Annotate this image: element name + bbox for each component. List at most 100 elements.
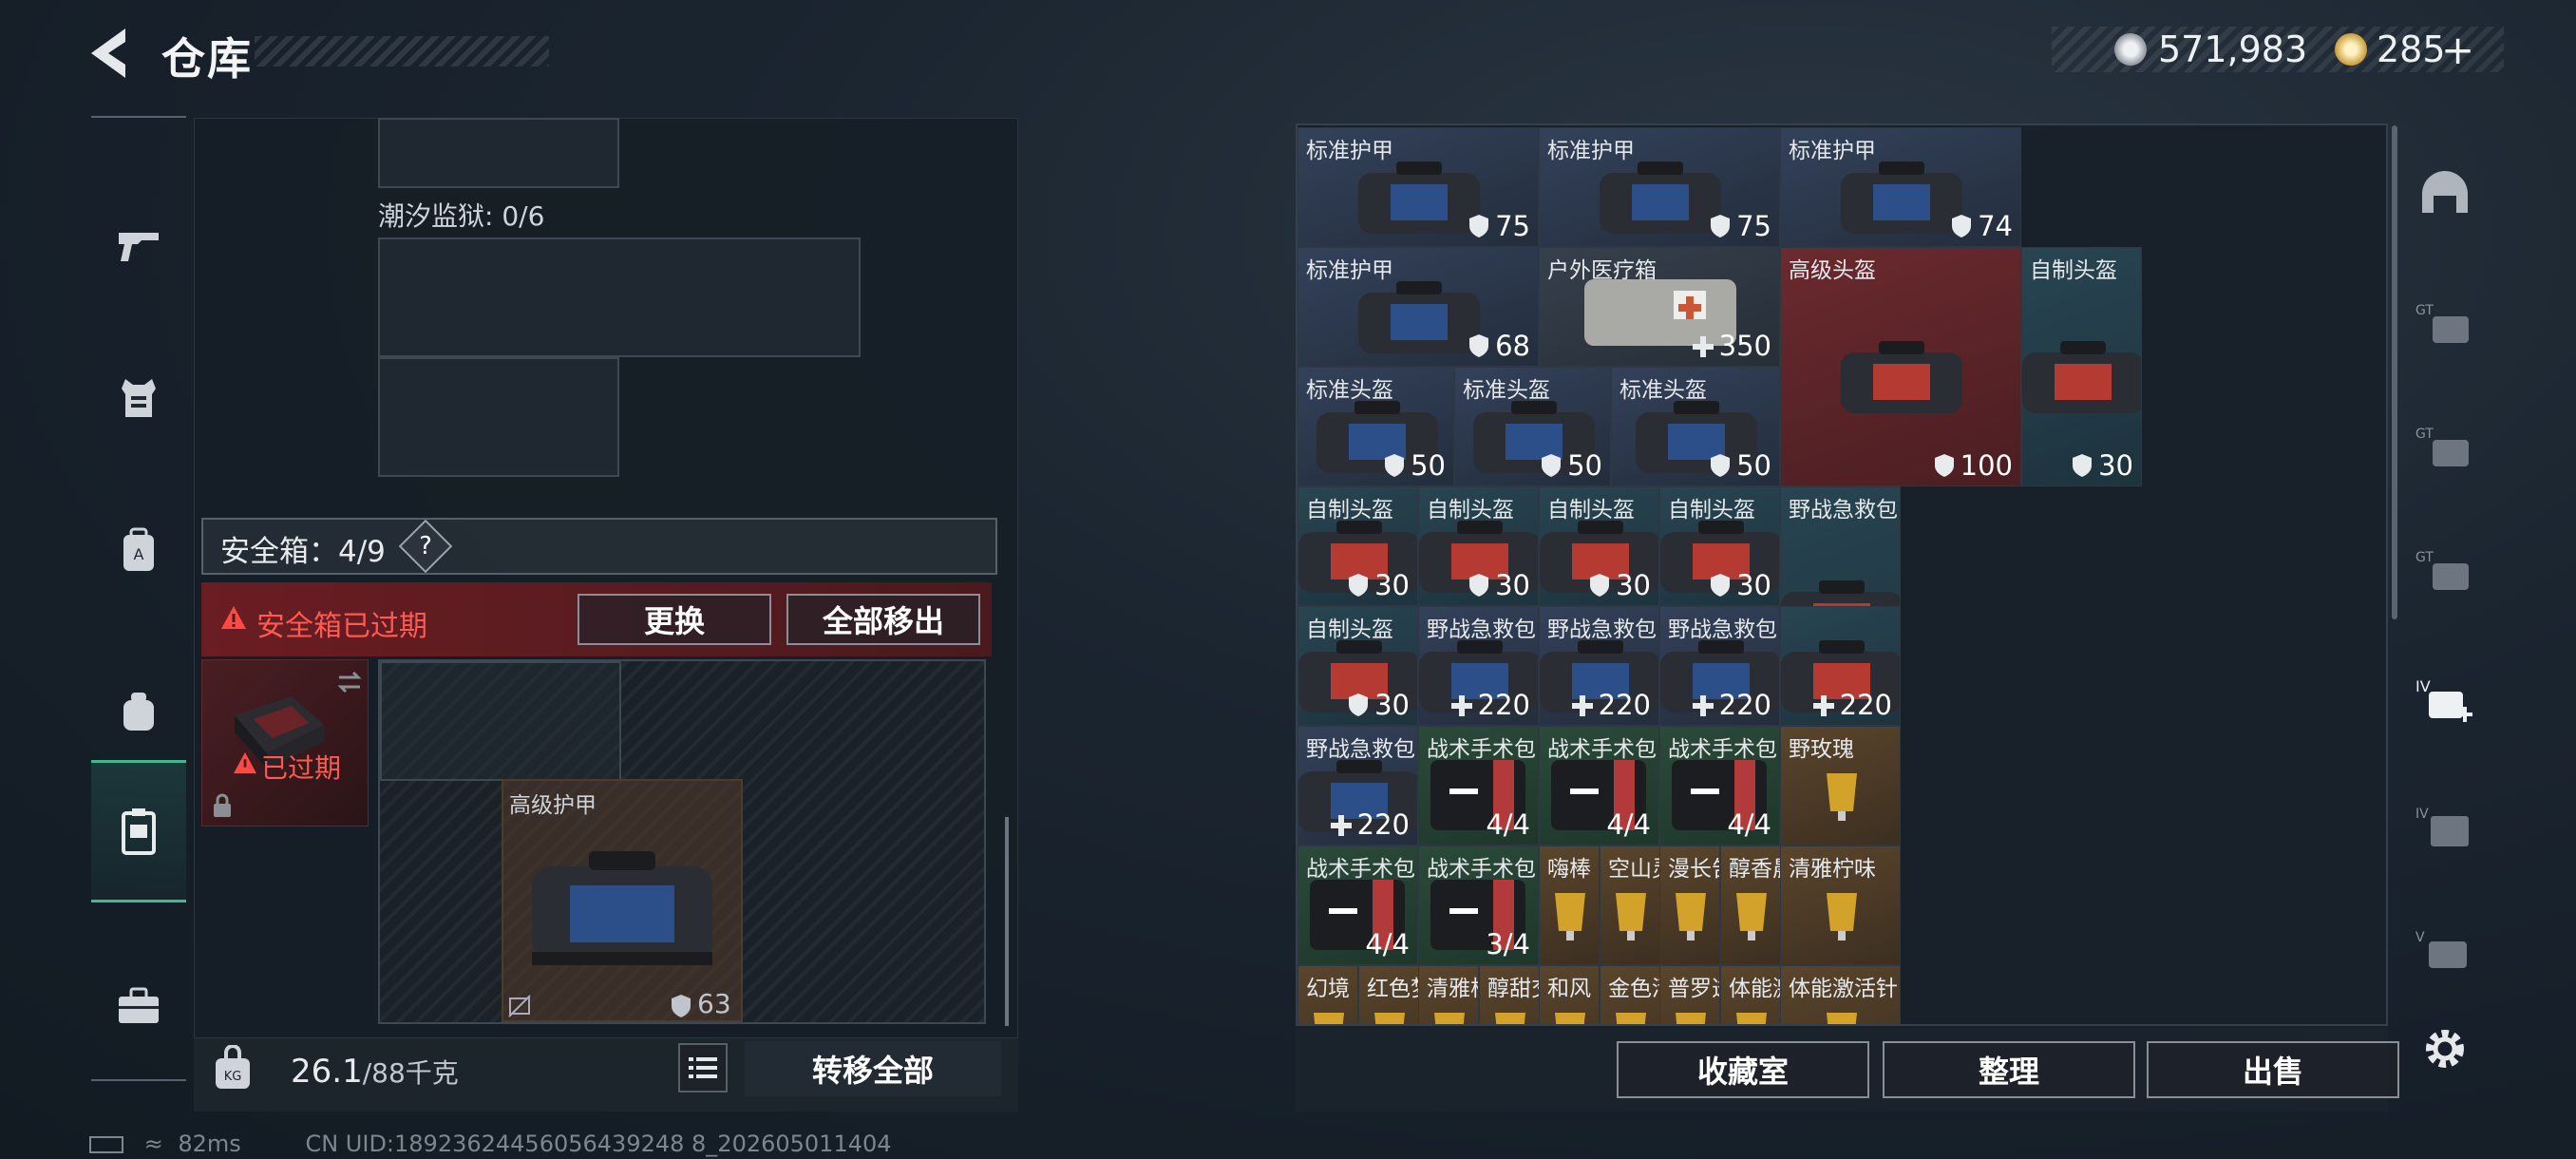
toolbox-icon (119, 987, 159, 1023)
item-name: 普罗透斯... (1668, 977, 1719, 1001)
inventory-item[interactable]: 体能激活针 (1780, 965, 1901, 1024)
inventory-item[interactable]: 空山灵雨 (1600, 846, 1660, 965)
inventory-item[interactable]: 战术手术包 4/4 (1297, 846, 1418, 965)
inventory-item[interactable]: 标准头盔 50 (1297, 367, 1454, 486)
inventory-item-high-armor[interactable]: 高级护甲 63 (502, 779, 743, 1022)
inventory-item[interactable]: 战术手术包 4/4 (1659, 726, 1780, 846)
inventory-item[interactable]: 清雅柠韵 (1418, 965, 1479, 1024)
inventory-item[interactable]: 野战急救包 220 (1659, 606, 1780, 726)
inventory-item[interactable]: 自制头盔 30 (1659, 486, 1780, 606)
inventory-item[interactable]: 自制头盔 30 (1297, 606, 1418, 726)
inventory-scrollbar[interactable] (2392, 125, 2397, 619)
inventory-item[interactable]: 标准头盔 50 (1611, 367, 1780, 486)
inventory-item[interactable]: 标准护甲 75 (1539, 127, 1780, 247)
inventory-item[interactable]: 幻境 (1297, 965, 1358, 1024)
inventory-item[interactable]: 户外医疗箱 350 (1539, 247, 1780, 367)
back-arrow-icon[interactable] (84, 25, 141, 82)
inventory-grid: 标准护甲 75 标准护甲 75 标准护甲 74 标准护甲 68 户外医疗箱 350 高级头盔 100 自… (1296, 124, 2388, 1026)
shield-icon (672, 995, 691, 1017)
filter-misc[interactable]: V (2407, 912, 2483, 988)
item-name: 户外医疗箱 (1547, 258, 1657, 283)
item-value-text: 75 (1495, 210, 1530, 242)
item-image (1600, 162, 1721, 234)
inventory-item[interactable]: 战术手术包 4/4 (1418, 726, 1539, 846)
item-name: 野玫瑰 (1789, 737, 1854, 762)
filter-armor-iv[interactable]: GT (2407, 408, 2483, 484)
filter-armor-iii[interactable]: GT (2407, 285, 2483, 361)
item-value-text: 50 (1567, 449, 1602, 482)
shield-icon (2073, 454, 2093, 477)
inventory-item[interactable]: 野战急救包 220 (1297, 726, 1418, 846)
filter-medical[interactable]: IV (2407, 665, 2483, 741)
collection-room-button[interactable]: 收藏室 (1617, 1041, 1869, 1098)
add-currency-button[interactable]: + (2441, 27, 2474, 73)
inventory-item[interactable]: 金色清爽 (1600, 965, 1660, 1024)
item-value: 30 (1589, 569, 1651, 601)
transfer-all-button[interactable]: 转移全部 (745, 1041, 1001, 1096)
item-name: 战术手术包 (1306, 857, 1415, 882)
inventory-item[interactable]: 漫长告别 (1659, 846, 1720, 965)
list-icon (689, 1057, 717, 1078)
item-name: 清雅柠味 (1789, 857, 1876, 882)
inventory-item[interactable]: 自制头盔 30 (1297, 486, 1418, 606)
list-view-button[interactable] (678, 1043, 728, 1092)
item-name: 体能激活针 (1729, 977, 1780, 1001)
container-scrollbar[interactable] (1005, 817, 1009, 1026)
item-image (1358, 281, 1480, 353)
inventory-item[interactable]: 普罗透斯... (1659, 965, 1720, 1024)
item-value-text: 75 (1736, 210, 1771, 242)
inventory-item[interactable]: 嗨棒 (1539, 846, 1600, 965)
sell-button[interactable]: 出售 (2147, 1041, 2399, 1098)
replace-button[interactable]: 更换 (578, 594, 771, 645)
item-name: 自制头盔 (1427, 498, 1514, 522)
sort-button[interactable]: 整理 (1883, 1041, 2135, 1098)
sidebar-item-safe-box[interactable] (91, 760, 186, 902)
sidebar-item-weapons[interactable] (91, 175, 186, 317)
filter-armor-v[interactable]: GT (2407, 532, 2483, 608)
item-name: 幻境 (1306, 977, 1350, 1001)
drink-icon (1434, 1013, 1465, 1024)
pouch-icon (123, 693, 154, 731)
inventory-item[interactable]: 标准护甲 74 (1780, 127, 2021, 247)
inventory-item[interactable]: 野战急救包 220 (1418, 606, 1539, 726)
safe-box-thumbnail[interactable]: 已过期 (201, 659, 369, 826)
item-value: 30 (1468, 569, 1530, 601)
svg-text:A: A (134, 545, 144, 563)
inventory-item[interactable]: 野战急救包 220 (1539, 606, 1659, 726)
filter-helmet[interactable] (2407, 154, 2483, 230)
sidebar-item-backpack[interactable]: A (91, 479, 186, 621)
inventory-item[interactable]: 战术手术包 3/4 (1418, 846, 1539, 965)
item-value-text: 4/4 (1606, 808, 1651, 841)
inventory-item[interactable]: 野玫瑰 (1780, 726, 1901, 846)
inventory-item[interactable]: 和风 (1539, 965, 1600, 1024)
item-value-text: 30 (1495, 569, 1530, 601)
item-value-text: 50 (1411, 449, 1446, 482)
inventory-item[interactable]: 标准护甲 75 (1297, 127, 1539, 247)
inventory-item[interactable]: 清雅柠味 (1780, 846, 1901, 965)
inventory-item[interactable]: 战术手术包 4/4 (1539, 726, 1659, 846)
drink-icon (1555, 893, 1585, 940)
svg-text:GT: GT (2415, 550, 2434, 565)
inventory-item[interactable]: 自制头盔 30 (1418, 486, 1539, 606)
inventory-item[interactable]: 220 (1780, 606, 1901, 726)
inventory-item[interactable]: 醇甜交响 (1479, 965, 1540, 1024)
inventory-item[interactable]: 体能激活针 (1720, 965, 1781, 1024)
weight-max: /88千克 (362, 1057, 459, 1089)
swap-icon[interactable] (335, 670, 364, 694)
sidebar-item-toolbox[interactable] (91, 935, 186, 1077)
inventory-item[interactable]: 高级头盔 100 (1780, 247, 2021, 486)
inventory-item[interactable]: 自制头盔 30 (1539, 486, 1659, 606)
inventory-item[interactable]: 标准护甲 68 (1297, 247, 1539, 367)
remove-all-button[interactable]: 全部移出 (786, 594, 980, 645)
inventory-item[interactable]: 标准头盔 50 (1454, 367, 1611, 486)
filter-file[interactable]: IV (2407, 788, 2483, 864)
drink-icon (1616, 1013, 1646, 1024)
inventory-item[interactable]: 自制头盔 30 (2021, 247, 2142, 486)
inventory-item[interactable]: 红色梦境 (1358, 965, 1419, 1024)
item-name: 和风 (1547, 977, 1591, 1001)
settings-button[interactable] (2407, 1011, 2483, 1087)
sidebar-item-vest[interactable] (91, 327, 186, 469)
storage-slot (378, 357, 619, 477)
inventory-item[interactable]: 醇香晨露 (1720, 846, 1781, 965)
item-name: 战术手术包 (1547, 737, 1657, 762)
